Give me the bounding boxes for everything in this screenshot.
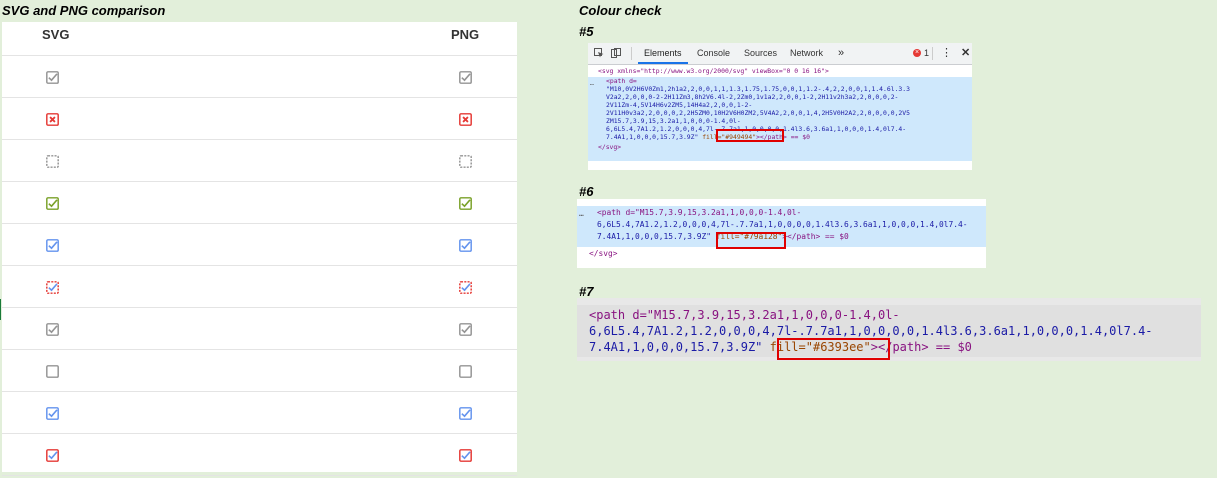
png-checkbox-checked-icon[interactable] [459,239,472,252]
path-d-line-1: 6,6L5.4,7A1.2,1.2,0,0,0,4,7l-.7.7a1,1,0,… [589,324,1153,338]
devtools-snapshot-6: … … <path d="M15.7,3.9,15,3.2a1,1,0,0,0-… [577,199,986,268]
table-row [2,182,517,224]
snapshot-label-6: #6 [579,184,594,199]
svg-checkbox-checked-icon[interactable] [46,449,59,462]
svg-close-tag[interactable]: </svg> [598,143,621,151]
devtools-snapshot-5: Elements Console Sources Network » × 1 ⋮… [588,43,972,170]
fill-highlight-box [716,129,784,142]
path-d-line-2: 7.4A1,1,0,0,0,15.7,3.9Z" [597,232,712,241]
settings-menu-icon[interactable]: ⋮ [941,43,952,64]
right-section-title: Colour check [579,3,662,18]
svg-checkbox-checked-dashed-icon[interactable] [46,281,59,294]
path-open-line[interactable]: <path d="M15.7,3.9,15,3.2a1,1,0,0,0-1.4,… [597,207,801,219]
table-row [2,224,517,266]
fill-highlight-box [716,232,786,249]
png-checkbox-empty-icon[interactable] [459,365,472,378]
png-checkbox-checked-icon[interactable] [459,197,472,210]
table-row [2,308,517,350]
tab-network[interactable]: Network [790,43,823,64]
svg-checkbox-empty-icon[interactable] [46,365,59,378]
png-checkbox-checked-dashed-icon[interactable] [459,281,472,294]
ghost-line: … [597,199,602,203]
table-body [2,56,517,476]
table-row [2,392,517,434]
more-tabs-button[interactable]: » [838,43,844,64]
table-row [2,98,517,140]
svg-checkbox-checked-icon[interactable] [46,407,59,420]
fill-highlight-box [777,338,890,360]
svg-checkbox-checked-icon[interactable] [46,323,59,336]
table-row [2,350,517,392]
path-d-line-1: "M10,0V2H6V0Zm1,2h1a2,2,0,0,1,1,1.3,1.75… [606,85,910,93]
svg-checkbox-checked-icon[interactable] [46,71,59,84]
svg-close-tag[interactable]: </svg> [589,248,618,260]
png-checkbox-checked-icon[interactable] [459,449,472,462]
path-d-line-7: 7.4A1,1,0,0,0,15.7,3.9Z" [606,133,699,141]
table-row [2,266,517,308]
tab-console[interactable]: Console [697,43,730,64]
path-d-line-2: 7.4A1,1,0,0,0,15.7,3.9Z" [589,340,763,354]
tab-elements[interactable]: Elements [638,43,688,64]
devtools-snapshot-7: <path d="M15.7,3.9,15,3.2a1,1,0,0,0-1.4,… [577,298,1201,361]
node-dots: … [590,79,594,87]
path-d-line-3: 2V11Zm-4,5V14H6v2ZM5,14H4a2,2,0,0,1-2- [606,101,753,109]
path-open[interactable]: <path d= [606,77,637,85]
path-tag-text: <path d= [606,77,637,85]
path-d-line-1: 6,6L5.4,7A1.2,1.2,0,0,0,4,7l-.7.7a1,1,0,… [597,220,968,229]
node-dots: … [579,209,584,218]
table-row [2,56,517,98]
path-d-line-5: ZM15.7,3.9,15,3.2a1,1,0,0,0-1.4,0l- [606,117,741,125]
path-close-tag: ></path> == $0 [782,232,849,241]
elements-code-5: <svg xmlns="http://www.w3.org/2000/svg" … [588,65,972,170]
close-icon[interactable]: ✕ [961,43,970,64]
path-d-line-4: 2V11H0v3a2,2,0,0,0,2,2H5ZM0,10H2V6H0ZM2,… [606,109,910,117]
svg-checkbox-error-icon[interactable] [46,113,59,126]
png-checkbox-dashed-empty-icon[interactable] [459,155,472,168]
snapshot-label-7: #7 [579,284,594,299]
snapshot-label-5: #5 [579,24,594,39]
tab-sources[interactable]: Sources [744,43,777,64]
tab-divider-2 [932,47,933,60]
png-column-header: PNG [451,27,480,42]
error-count: 1 [924,48,930,58]
devtools-tabbar: Elements Console Sources Network » × 1 ⋮… [588,43,972,65]
row-marker [0,299,1,320]
inspect-element-icon[interactable] [594,48,604,58]
svg-column-header: SVG [42,27,70,42]
svg-checkbox-checked-icon[interactable] [46,239,59,252]
device-toolbar-icon[interactable] [611,48,621,58]
tab-divider [631,47,632,60]
table-row [2,434,517,476]
table-header: SVG PNG [2,22,517,56]
table-row [2,140,517,182]
svg-open-tag[interactable]: <svg xmlns="http://www.w3.org/2000/svg" … [598,67,829,75]
path-d-line-2: V2a2,2,0,0,0-2-2H11Zm3,8h2V6.4l-2,2Zm0,1… [606,93,899,101]
png-checkbox-checked-icon[interactable] [459,407,472,420]
png-checkbox-checked-icon[interactable] [459,323,472,336]
png-checkbox-error-icon[interactable] [459,113,472,126]
path-open-line[interactable]: <path d="M15.7,3.9,15,3.2a1,1,0,0,0-1.4,… [589,307,900,323]
left-section-title: SVG and PNG comparison [2,3,166,18]
svg-checkbox-checked-icon[interactable] [46,197,59,210]
error-icon[interactable]: × [913,49,921,57]
comparison-table: SVG PNG [2,22,517,476]
png-checkbox-checked-icon[interactable] [459,71,472,84]
svg-checkbox-dashed-empty-icon[interactable] [46,155,59,168]
